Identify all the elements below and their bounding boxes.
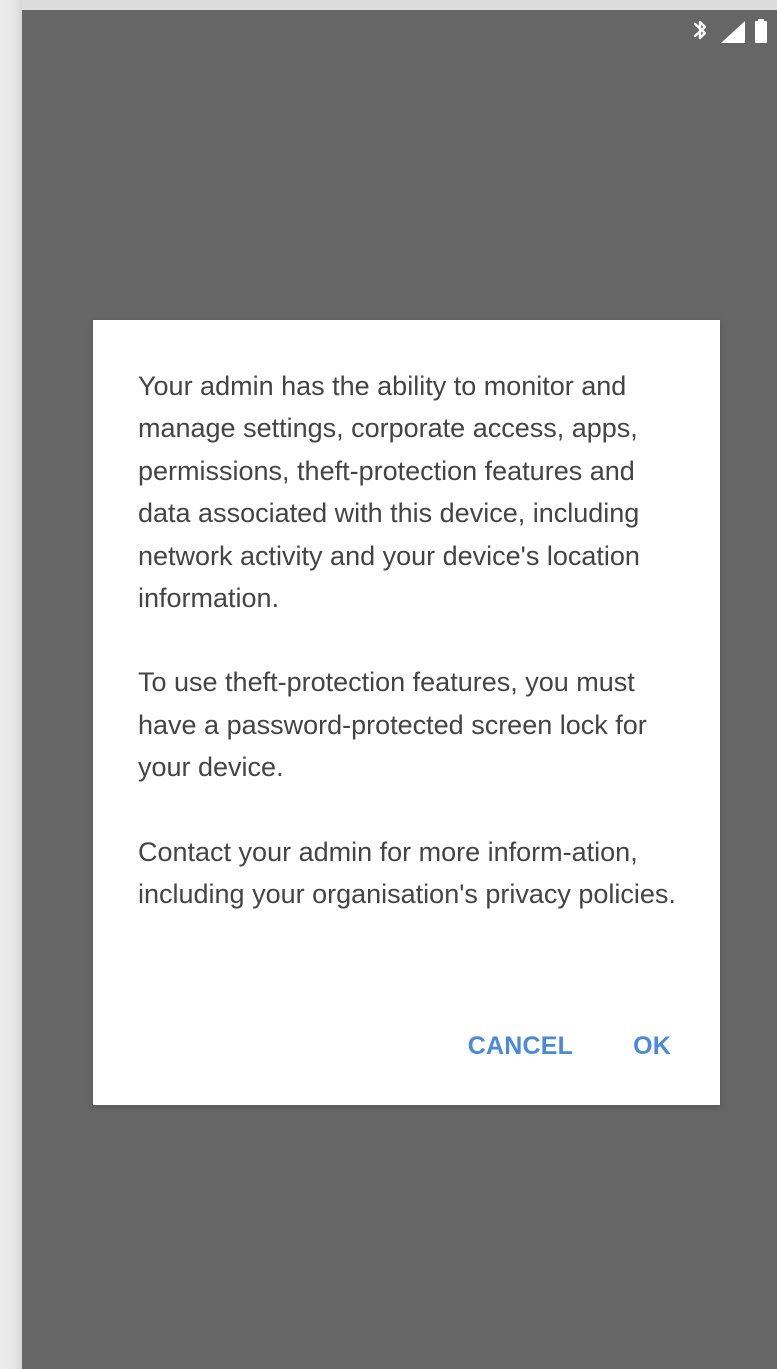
contact-admin-paragraph: Contact your admin for more inform-ation… (138, 836, 676, 910)
status-bar (657, 10, 777, 54)
ok-button[interactable]: OK (619, 1025, 685, 1067)
theft-protection-paragraph: To use theft-protection features, you mu… (138, 667, 647, 783)
cellular-signal-icon (721, 21, 745, 43)
cancel-button[interactable]: CANCEL (454, 1025, 587, 1067)
dialog-message: Your admin has the ability to monitor an… (138, 365, 688, 915)
phone-screen: Your admin has the ability to monitor an… (22, 10, 777, 1369)
battery-icon (755, 19, 767, 43)
device-admin-dialog: Your admin has the ability to monitor an… (93, 320, 720, 1105)
left-background-strip (0, 0, 22, 1369)
admin-monitoring-paragraph: Your admin has the ability to monitor an… (138, 371, 640, 614)
screenshot-canvas: Your admin has the ability to monitor an… (0, 0, 777, 1369)
bluetooth-icon (693, 20, 707, 40)
dialog-actions: CANCEL OK (454, 1025, 685, 1067)
